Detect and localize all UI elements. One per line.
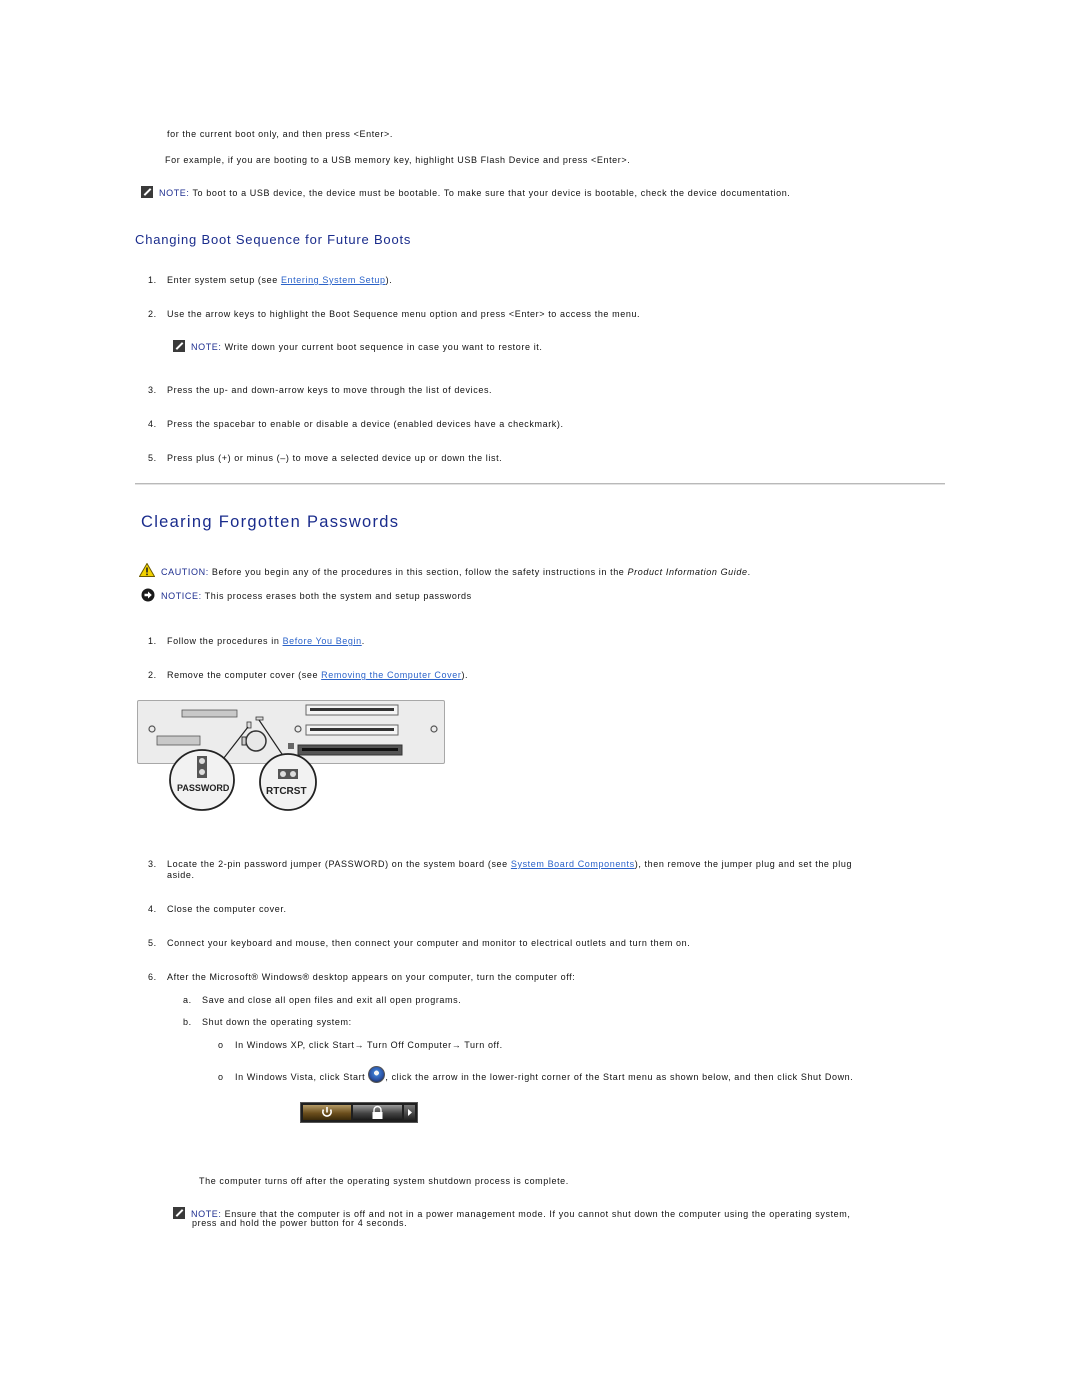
rtcrst-jumper-label: RTCRST xyxy=(266,786,307,797)
removing-computer-cover-link[interactable]: Removing the Computer Cover xyxy=(321,670,461,680)
note-continuation: press and hold the power button for 4 se… xyxy=(192,1218,408,1228)
list-item: 3. Locate the 2-pin password jumper (PASS… xyxy=(148,859,852,869)
sub-list-item: b. Shut down the operating system: xyxy=(183,1017,352,1027)
step-text: Close the computer cover. xyxy=(167,904,287,914)
caution-notice: CAUTION: Before you begin any of the pro… xyxy=(139,563,751,577)
substep-text: Shut down the operating system: xyxy=(202,1017,352,1027)
step-text: Enter system setup (see xyxy=(167,275,281,285)
caution-triangle-icon xyxy=(139,563,155,577)
bullet-item: o In Windows Vista, click Start , click t… xyxy=(218,1066,853,1083)
bullet-circle-icon: o xyxy=(218,1040,224,1050)
note-pencil-icon xyxy=(141,186,153,198)
entering-system-setup-link[interactable]: Entering System Setup xyxy=(281,275,386,285)
substep-text: Save and close all open files and exit a… xyxy=(202,995,462,1005)
bullet-text: In Windows Vista, click Start xyxy=(235,1072,369,1082)
step-number: 3. xyxy=(148,385,157,395)
step-number: 1. xyxy=(148,636,157,646)
note-text: Write down your current boot sequence in… xyxy=(221,342,543,352)
power-icon xyxy=(322,1107,332,1117)
step-number: 2. xyxy=(148,309,157,319)
notice-text: This process erases both the system and … xyxy=(201,591,472,601)
list-item: 1. Enter system setup (see Entering Syste… xyxy=(148,275,392,285)
vista-shutdown-buttons xyxy=(300,1102,418,1123)
list-item: 5. Connect your keyboard and mouse, then … xyxy=(148,938,690,948)
step-text-end: ). xyxy=(385,275,393,285)
note-usb: NOTE: To boot to a USB device, the devic… xyxy=(141,186,790,198)
step-number: 1. xyxy=(148,275,157,285)
step-number: 4. xyxy=(148,419,157,429)
list-item: 6. After the Microsoft® Windows® desktop … xyxy=(148,972,575,982)
step-number: 2. xyxy=(148,670,157,680)
future-boots-heading: Changing Boot Sequence for Future Boots xyxy=(135,232,412,247)
caution-label: CAUTION: xyxy=(161,567,209,577)
lock-button[interactable] xyxy=(353,1105,402,1120)
list-item: 2. Remove the computer cover (see Removin… xyxy=(148,670,468,680)
note-pencil-icon xyxy=(173,340,185,352)
section-divider xyxy=(135,483,945,485)
list-item: 5. Press plus (+) or minus (–) to move a … xyxy=(148,453,502,463)
step-number: 5. xyxy=(148,938,157,948)
bullet-circle-icon: o xyxy=(218,1072,224,1082)
note-pencil-icon xyxy=(173,1207,185,1219)
step-text: Press the up- and down-arrow keys to mov… xyxy=(167,385,493,395)
step-number: 4. xyxy=(148,904,157,914)
notice-label: NOTICE: xyxy=(161,591,202,601)
step-text: Press plus (+) or minus (–) to move a se… xyxy=(167,453,503,463)
step-text: Locate the 2-pin password jumper (PASSWO… xyxy=(167,859,511,869)
step-text: Press the spacebar to enable or disable … xyxy=(167,419,564,429)
password-jumper-label: PASSWORD xyxy=(177,783,230,793)
note-label: NOTE: xyxy=(159,188,190,198)
step-text: Use the arrow keys to highlight the Boot… xyxy=(167,309,641,319)
step-number: 6. xyxy=(148,972,157,982)
step-number: 5. xyxy=(148,453,157,463)
windows-start-orb-icon xyxy=(368,1066,386,1083)
step-text-end: ), then remove the jumper plug and set t… xyxy=(634,859,853,869)
step-text: After the Microsoft® Windows® desktop ap… xyxy=(167,972,576,982)
jumper-callouts xyxy=(169,749,317,811)
shutdown-options-arrow-button[interactable] xyxy=(404,1105,415,1120)
list-item: 3. Press the up- and down-arrow keys to m… xyxy=(148,385,492,395)
step-text: Remove the computer cover (see xyxy=(167,670,322,680)
bullet-item: o In Windows XP, click Start→ Turn Off Co… xyxy=(218,1040,503,1050)
sub-list-item: a. Save and close all open files and exit… xyxy=(183,995,461,1005)
product-information-guide: Product Information Guide xyxy=(627,567,748,577)
step-number: 3. xyxy=(148,859,157,869)
shutdown-complete-text: The computer turns off after the operati… xyxy=(199,1176,569,1186)
intro-line-2: For example, if you are booting to a USB… xyxy=(165,155,631,165)
list-item: 1. Follow the procedures in Before You Be… xyxy=(148,636,365,646)
bullet-text: In Windows XP, click Start→ Turn Off Com… xyxy=(235,1040,503,1050)
arrow-right-icon xyxy=(408,1109,412,1116)
intro-line-1: for the current boot only, and then pres… xyxy=(167,129,393,139)
step-text: Connect your keyboard and mouse, then co… xyxy=(167,938,691,948)
list-item: 2. Use the arrow keys to highlight the Bo… xyxy=(148,309,640,319)
section-heading-clearing: Clearing Forgotten Passwords xyxy=(141,513,399,532)
note-boot-sequence: NOTE: Write down your current boot seque… xyxy=(173,340,543,352)
substep-letter: b. xyxy=(183,1017,192,1027)
clearing-passwords-heading: Clearing Forgotten Passwords xyxy=(141,513,400,531)
step-continuation: aside. xyxy=(167,870,195,880)
note-text: To boot to a USB device, the device must… xyxy=(189,188,791,198)
note-label: NOTE: xyxy=(191,342,222,352)
before-you-begin-link[interactable]: Before You Begin xyxy=(283,636,362,646)
substep-letter: a. xyxy=(183,995,192,1005)
lock-icon xyxy=(372,1105,383,1119)
notice-arrow-icon xyxy=(141,588,155,602)
caution-text: Before you begin any of the procedures i… xyxy=(208,567,628,577)
step-text: Follow the procedures in xyxy=(167,636,283,646)
list-item: 4. Close the computer cover. xyxy=(148,904,287,914)
power-button[interactable] xyxy=(303,1105,351,1120)
bullet-text-end: , click the arrow in the lower-right cor… xyxy=(385,1072,854,1082)
step-text-end: . xyxy=(361,636,365,646)
system-board-components-link[interactable]: System Board Components xyxy=(511,859,635,869)
section-heading-future-boots: Changing Boot Sequence for Future Boots xyxy=(135,232,411,247)
caution-end: . xyxy=(747,567,751,577)
step-text-end: ). xyxy=(461,670,469,680)
list-item: 4. Press the spacebar to enable or disabl… xyxy=(148,419,564,429)
notice-message: NOTICE: This process erases both the sys… xyxy=(141,588,472,602)
